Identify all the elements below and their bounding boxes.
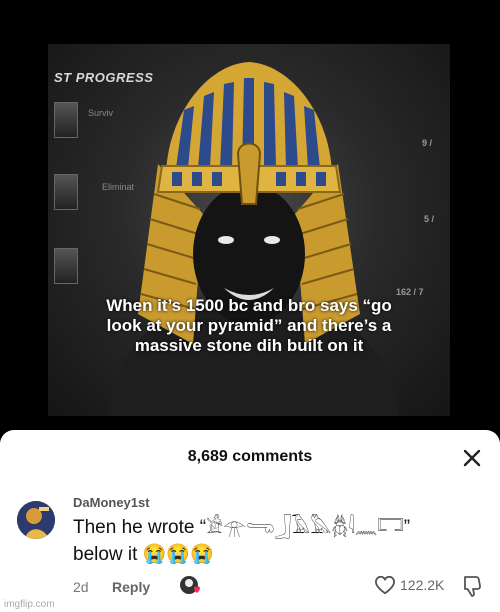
caption-line: massive stone dih built on it — [134, 336, 364, 355]
comments-sheet: 8,689 comments DaMoney1st Then he wrote … — [0, 430, 500, 612]
comment-text-line: below it 😭😭😭 — [73, 544, 214, 565]
pharaoh-figure — [108, 62, 398, 416]
video-frame: ST PROGRESS Surviv 9 / Eliminat 5 / 162 … — [48, 44, 450, 416]
creator-liked-icon — [180, 576, 200, 594]
meme-caption: When it’s 1500 bc and bro says “go look … — [48, 296, 450, 356]
close-icon[interactable] — [462, 448, 482, 468]
comment-username[interactable]: DaMoney1st — [73, 495, 150, 510]
comment-text: Then he wrote “𓀀𓁿𓂸𓃀𓄿𓅓𓆣𓇋𓈖𓉐” below it 😭😭😭 — [73, 514, 473, 568]
reply-button[interactable]: Reply — [112, 579, 150, 595]
caption-line: look at your pyramid” and there’s a — [106, 316, 392, 335]
comments-count: 8,689 comments — [187, 448, 313, 465]
dislike-icon[interactable] — [462, 575, 482, 597]
like-button[interactable]: 122.2K — [374, 573, 444, 597]
watermark: imgflip.com — [4, 599, 55, 610]
heart-icon — [374, 575, 396, 595]
comment-age: 2d — [73, 579, 89, 595]
caption-line: When it’s 1500 bc and bro says “go — [106, 296, 392, 315]
avatar[interactable] — [17, 501, 55, 539]
meme-image: ST PROGRESS Surviv 9 / Eliminat 5 / 162 … — [0, 0, 500, 430]
comment-text-line: Then he wrote “𓀀𓁿𓂸𓃀𓄿𓅓𓆣𓇋𓈖𓉐” — [73, 517, 411, 538]
like-count: 122.2K — [400, 577, 445, 593]
